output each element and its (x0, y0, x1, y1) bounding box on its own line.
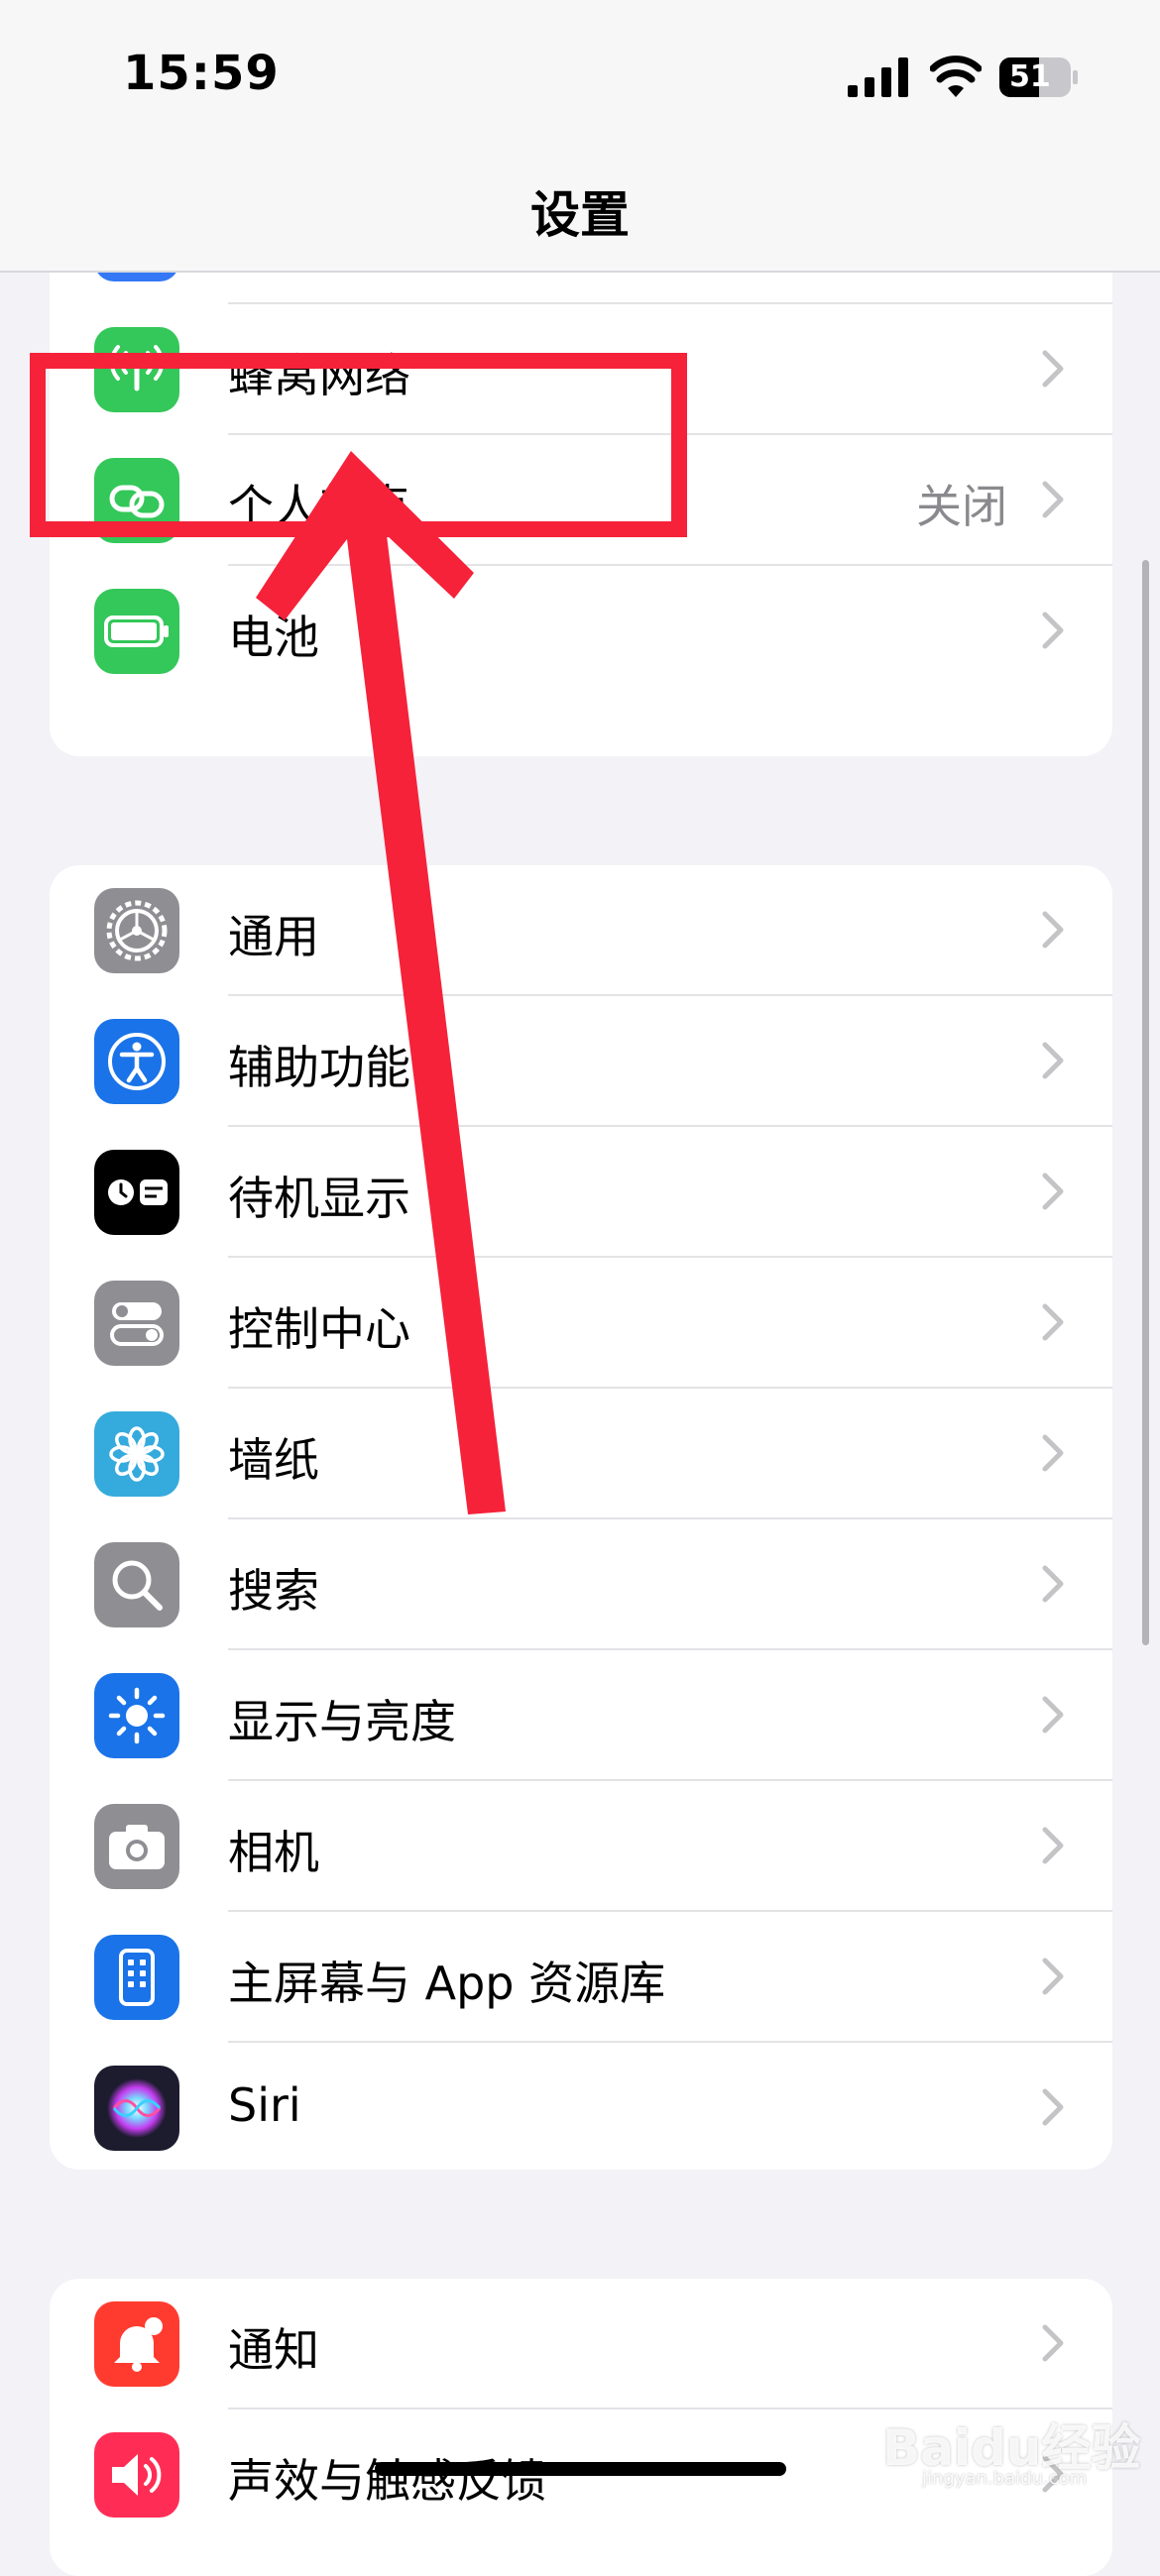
cellular-antenna-icon (94, 327, 179, 412)
row-label: 辅助功能 (228, 1041, 410, 1094)
battery-level: 51 (1009, 59, 1051, 94)
chevron-right-icon (1042, 1303, 1064, 1341)
row-label: 待机显示 (228, 1172, 410, 1225)
chevron-right-icon (1042, 911, 1064, 949)
page-title: 设置 (530, 186, 630, 244)
settings-row-general[interactable]: 通用 (50, 865, 1112, 996)
scroll-indicator[interactable] (1142, 560, 1149, 1645)
cellular-signal-icon (848, 57, 908, 97)
row-label: 相机 (228, 1826, 319, 1879)
settings-group-general: 通用 辅助功能 待机显示 控制中心 墙纸 搜索 显示与亮度 相机 主屏幕与 Ap… (50, 865, 1112, 2170)
search-icon (94, 1542, 179, 1627)
home-screen-icon (94, 1935, 179, 2020)
chevron-right-icon (1042, 350, 1064, 388)
row-value: 关闭 (916, 480, 1007, 533)
home-indicator[interactable] (375, 2462, 786, 2476)
row-label: Siri (228, 2078, 301, 2132)
chevron-right-icon (1042, 1042, 1064, 1079)
settings-row-accessibility[interactable]: 辅助功能 (50, 996, 1112, 1127)
chevron-right-icon (1042, 612, 1064, 649)
control-center-icon (94, 1281, 179, 1366)
settings-row-search[interactable]: 搜索 (50, 1519, 1112, 1650)
row-label: 个人热点 (228, 480, 410, 533)
settings-group-connectivity: 蓝牙 打开 蜂窝网络 个人热点 关闭 (50, 238, 1112, 756)
chevron-right-icon (1042, 1958, 1064, 1995)
row-label: 通用 (228, 910, 319, 963)
row-label: 显示与亮度 (228, 1695, 456, 1748)
chevron-right-icon (1042, 481, 1064, 518)
settings-row-camera[interactable]: 相机 (50, 1781, 1112, 1912)
status-bar-overlay: 15:59 51 (0, 0, 1160, 144)
settings-row-hotspot[interactable]: 个人热点 关闭 (50, 435, 1112, 566)
watermark-sub: jingyan.baidu.com (922, 2468, 1088, 2489)
settings-row-notifications[interactable]: 通知 (50, 2279, 1112, 2409)
row-label: 搜索 (228, 1564, 319, 1618)
chevron-right-icon (1042, 1827, 1064, 1864)
chevron-right-icon (1042, 2324, 1064, 2362)
gear-icon (94, 888, 179, 973)
settings-row-display[interactable]: 显示与亮度 (50, 1650, 1112, 1781)
notification-bell-icon (94, 2301, 179, 2387)
settings-row-cellular[interactable]: 蜂窝网络 (50, 304, 1112, 435)
chevron-right-icon (1042, 1173, 1064, 1210)
brightness-sun-icon (94, 1673, 179, 1758)
battery-status-icon: 51 (999, 57, 1079, 97)
speaker-icon (94, 2432, 179, 2518)
battery-icon (94, 589, 179, 674)
chevron-right-icon (1042, 1696, 1064, 1734)
chevron-right-icon (1042, 1434, 1064, 1472)
siri-icon (94, 2066, 179, 2151)
wallpaper-flower-icon (94, 1411, 179, 1497)
nav-bar-overlay: 设置 (0, 144, 1160, 273)
wifi-icon (930, 56, 982, 97)
settings-row-control-center[interactable]: 控制中心 (50, 1258, 1112, 1389)
settings-row-wallpaper[interactable]: 墙纸 (50, 1389, 1112, 1519)
personal-hotspot-icon (94, 458, 179, 543)
standby-icon (94, 1150, 179, 1235)
accessibility-icon (94, 1019, 179, 1104)
chevron-right-icon (1042, 2088, 1064, 2126)
chevron-right-icon (1042, 1565, 1064, 1603)
row-label: 通知 (228, 2323, 319, 2377)
status-time: 15:59 (123, 46, 280, 101)
camera-icon (94, 1804, 179, 1889)
row-label: 声效与触感反馈 (228, 2454, 547, 2508)
settings-row-standby[interactable]: 待机显示 (50, 1127, 1112, 1258)
settings-row-home-screen[interactable]: 主屏幕与 App 资源库 (50, 1912, 1112, 2043)
settings-row-siri[interactable]: Siri (50, 2043, 1112, 2170)
row-label: 蜂窝网络 (228, 349, 410, 402)
settings-row-battery[interactable]: 电池 (50, 566, 1112, 697)
row-label: 墙纸 (228, 1433, 319, 1487)
row-label: 主屏幕与 App 资源库 (228, 1957, 666, 2010)
row-label: 控制中心 (228, 1302, 410, 1356)
row-label: 电池 (228, 611, 319, 664)
